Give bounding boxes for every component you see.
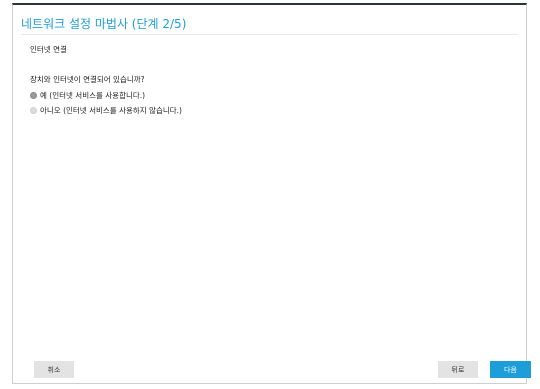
wizard-title: 네트워크 설정 마법사 (단계 2/5) [21, 17, 187, 31]
next-button[interactable]: 다음 [490, 361, 531, 378]
radio-option-no-label: 아니오 (인터넷 서비스를 사용하지 않습니다.) [40, 106, 182, 115]
back-button[interactable]: 뒤로 [438, 361, 478, 378]
cancel-button[interactable]: 취소 [34, 361, 74, 378]
section-title: 인터넷 연결 [30, 45, 67, 54]
radio-unchecked-icon[interactable] [30, 107, 37, 114]
radio-checked-icon[interactable] [30, 92, 37, 99]
title-divider [21, 34, 518, 35]
question-text: 장치와 인터넷이 연결되어 있습니까? [30, 75, 145, 84]
radio-option-no[interactable]: 아니오 (인터넷 서비스를 사용하지 않습니다.) [30, 105, 182, 116]
wizard-dialog: 네트워크 설정 마법사 (단계 2/5) 인터넷 연결 장치와 인터넷이 연결되… [12, 3, 531, 384]
radio-option-yes[interactable]: 예 (인터넷 서비스를 사용합니다.) [30, 90, 145, 101]
radio-option-yes-label: 예 (인터넷 서비스를 사용합니다.) [40, 91, 146, 100]
